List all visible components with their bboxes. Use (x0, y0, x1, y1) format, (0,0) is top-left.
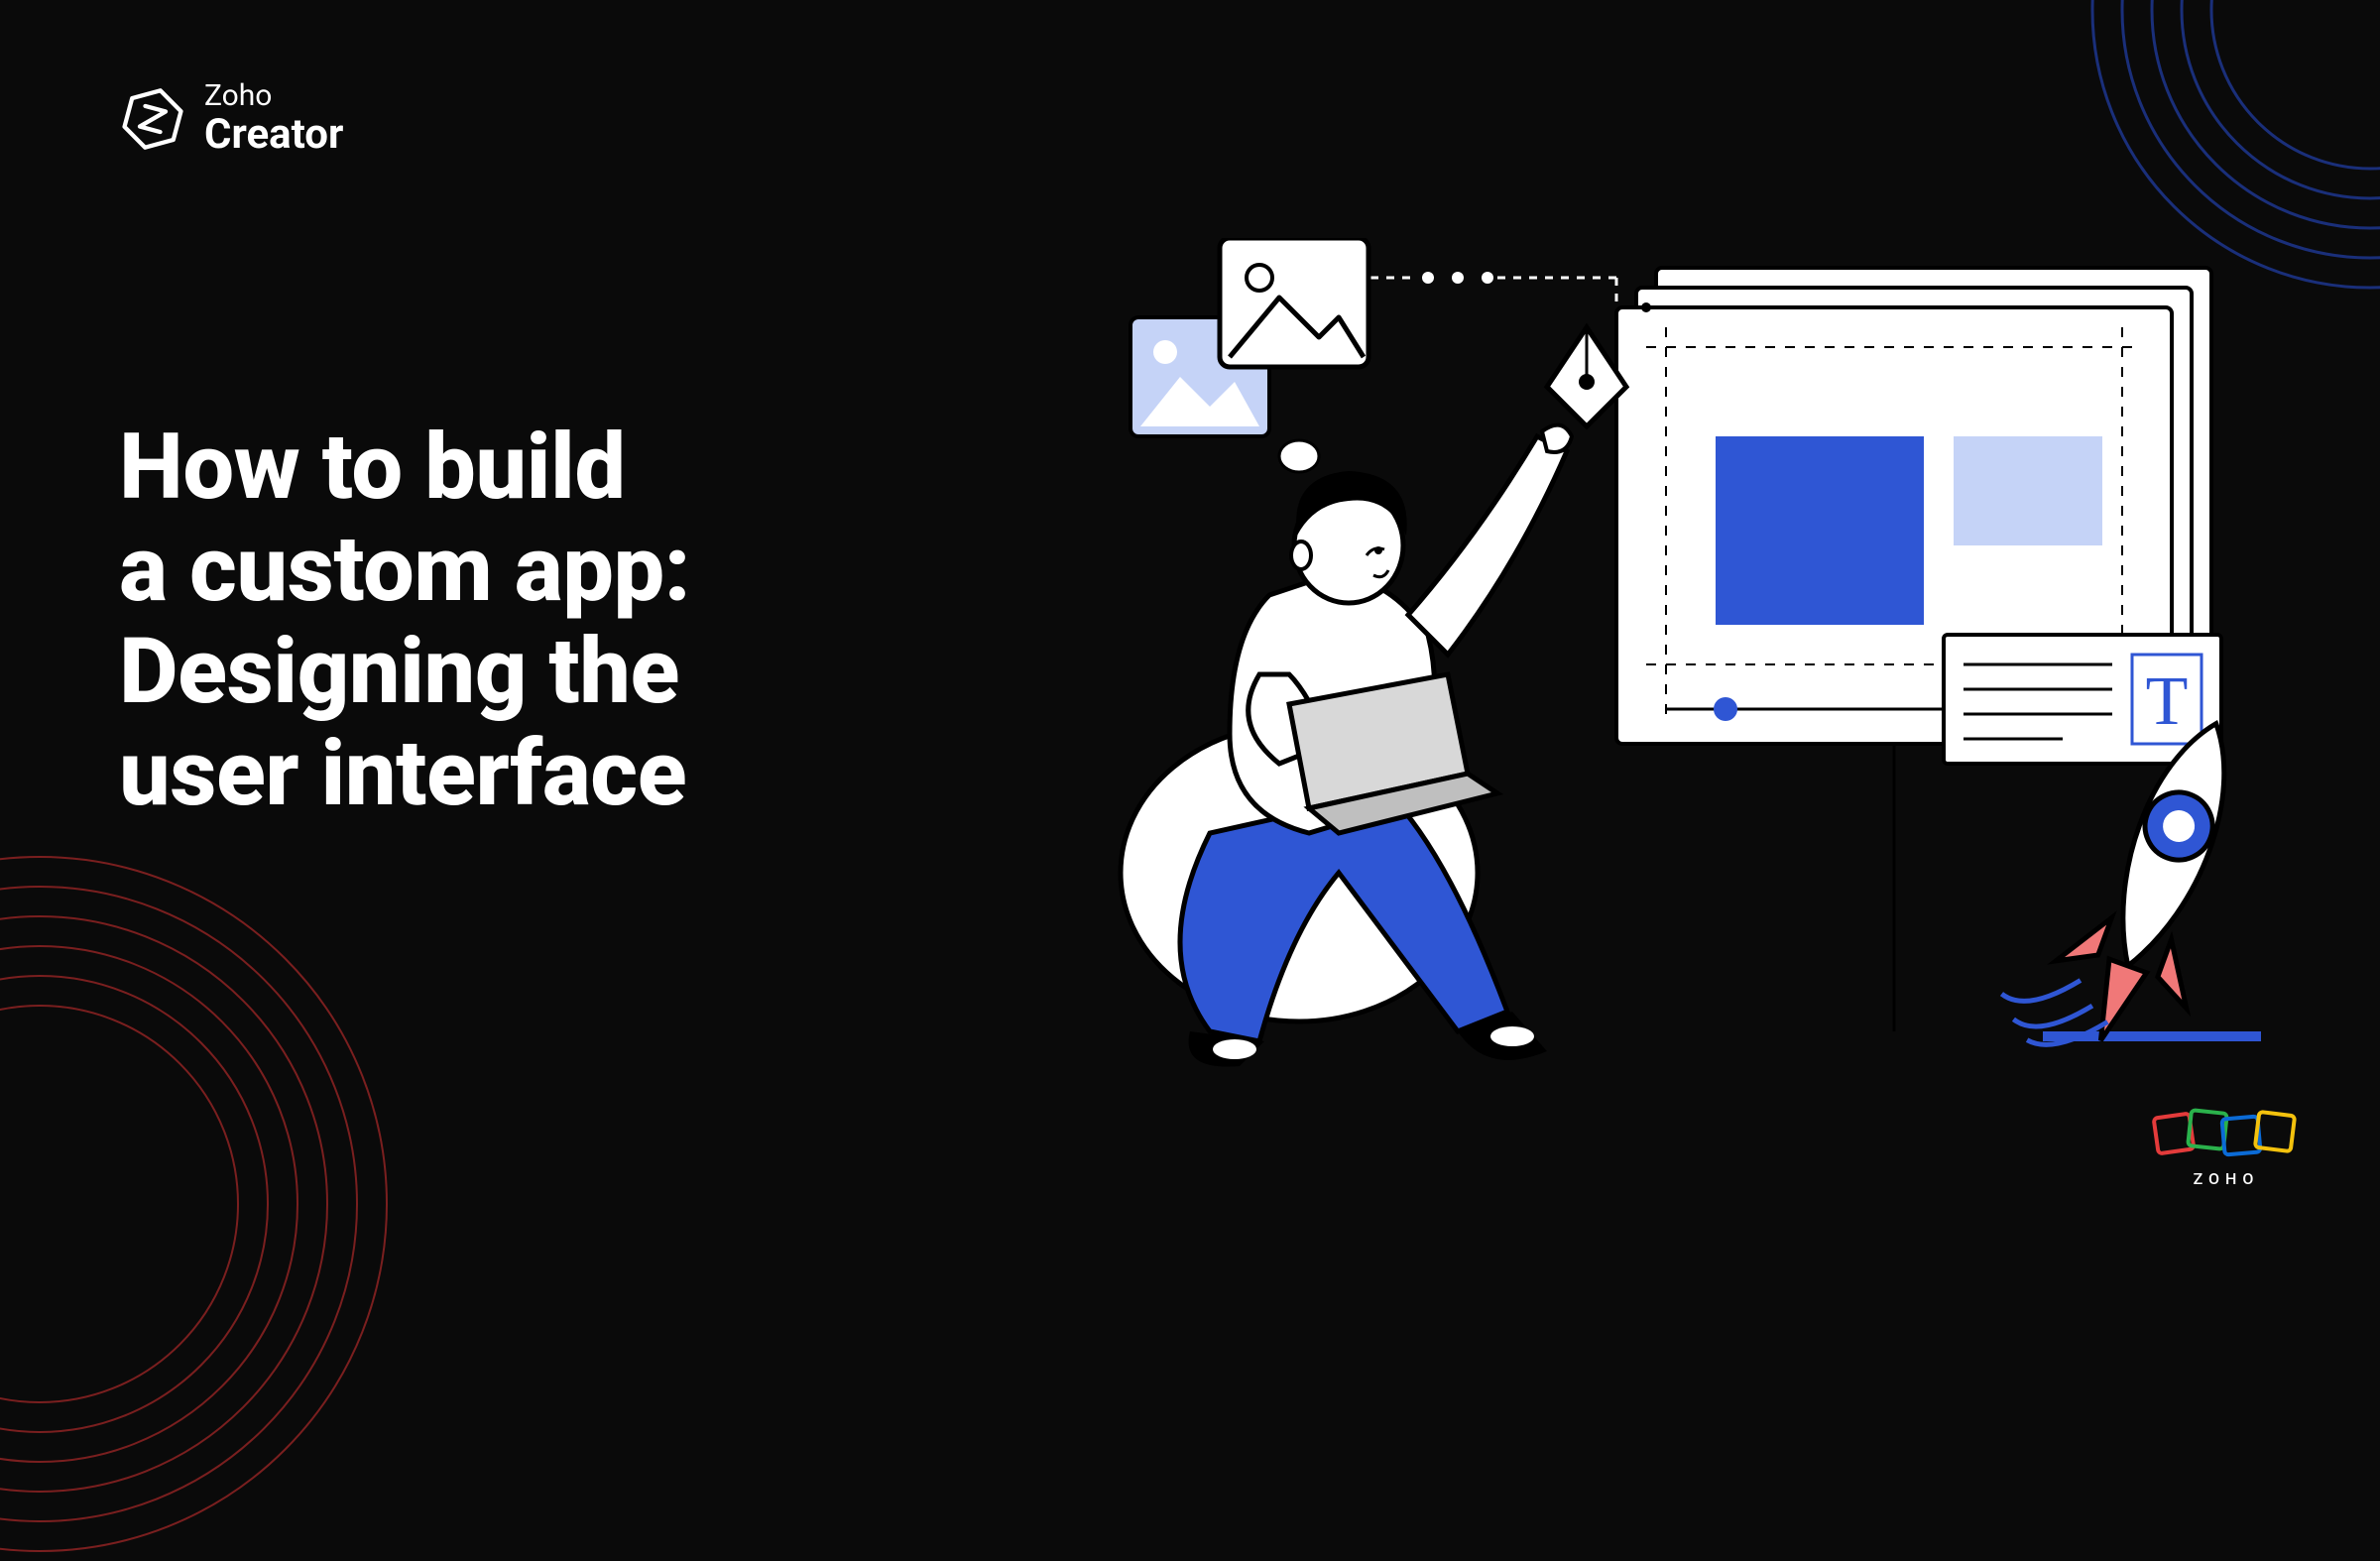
zoho-creator-icon (119, 85, 186, 153)
text-tool-card: T (1944, 635, 2221, 764)
zoho-footer-logo: ZOHO (2152, 1104, 2301, 1188)
headline-line-4: user interface (119, 721, 686, 827)
person-illustration (1121, 425, 1572, 1067)
hero-illustration: T (1031, 238, 2281, 1091)
zoho-squares-icon (2152, 1104, 2301, 1159)
brand-logo: Zoho Creator (119, 79, 343, 158)
svg-text:T: T (2146, 663, 2189, 740)
page-headline: How to build a custom app: Designing the… (119, 417, 690, 825)
headline-line-1: How to build (119, 415, 626, 521)
decorative-arc-bottom-left (0, 847, 397, 1561)
top-connector (1339, 272, 1616, 307)
image-card-front (1220, 238, 1368, 367)
headline-line-2: a custom app: (119, 517, 690, 623)
brand-name-bottom: Creator (204, 112, 343, 158)
brand-name-top: Zoho (204, 79, 343, 112)
headline-line-3: Designing the (119, 619, 679, 725)
zoho-footer-label: ZOHO (2152, 1169, 2301, 1188)
